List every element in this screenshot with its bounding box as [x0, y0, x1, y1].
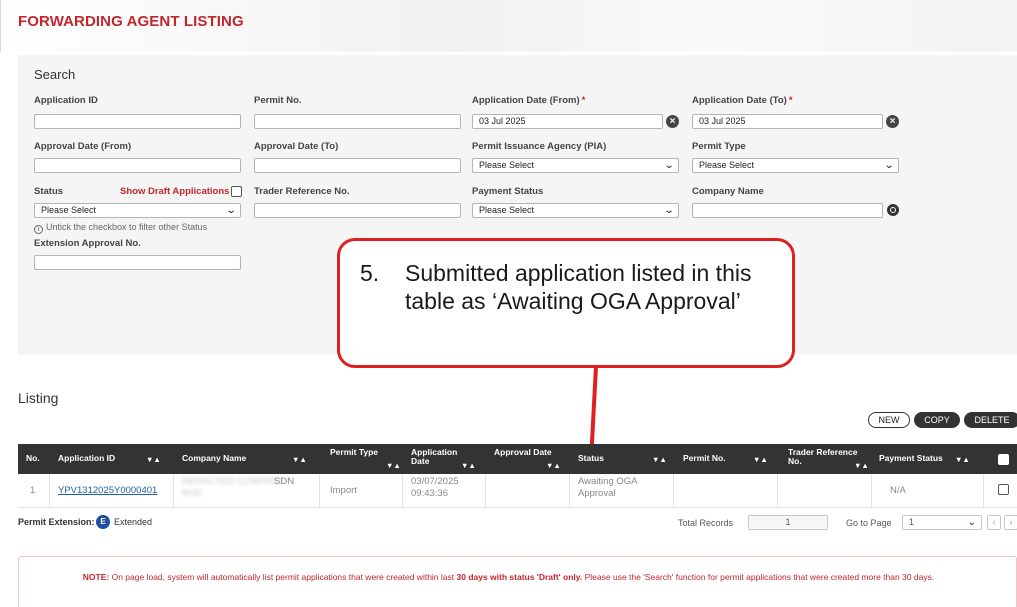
app-date-from-label: Application Date (From) * — [472, 95, 586, 106]
annotation-callout: 5. Submitted application listed in this t… — [337, 238, 795, 368]
app-date-to-input[interactable]: 03 Jul 2025 — [692, 114, 883, 129]
listing-title: Listing — [18, 390, 59, 406]
chevron-down-icon: ⌄ — [663, 205, 675, 216]
cell-application-id: YPV1312025Y0000401 — [50, 474, 174, 508]
chevron-down-icon: ⌄ — [967, 517, 976, 528]
cell-trader-ref — [778, 474, 872, 508]
application-id-label: Application ID — [34, 95, 98, 106]
callout-number: 5. — [360, 260, 380, 286]
application-id-link[interactable]: YPV1312025Y0000401 — [58, 485, 157, 496]
company-name-redacted: REDACTED COMPANY — [182, 476, 285, 487]
cell-permit-no — [674, 474, 778, 508]
extended-badge: E — [96, 515, 110, 529]
col-approval-date[interactable]: Approval Date — [494, 444, 552, 474]
approval-date-from-input[interactable] — [34, 158, 241, 173]
page-header: FORWARDING AGENT LISTING — [0, 0, 1017, 52]
col-permit-type[interactable]: Permit Type — [330, 444, 378, 474]
cell-application-date: 03/07/2025 09:43:36 — [403, 474, 486, 508]
approval-date-to-label: Approval Date (To) — [254, 141, 339, 152]
page-title: FORWARDING AGENT LISTING — [18, 13, 244, 30]
permit-no-input[interactable] — [254, 114, 461, 129]
col-trader-ref[interactable]: Trader Reference No. — [788, 444, 857, 474]
col-status[interactable]: Status — [578, 444, 604, 474]
col-permit-no[interactable]: Permit No. — [683, 444, 726, 474]
total-records-label: Total Records — [678, 518, 734, 528]
sort-icon[interactable]: ▼▲ — [461, 461, 476, 470]
sort-icon[interactable]: ▼▲ — [753, 455, 768, 464]
table-row: 1 YPV1312025Y0000401 REDACTED COMPANY SD… — [18, 474, 1017, 508]
next-page-button[interactable]: › — [1004, 515, 1017, 530]
approval-date-to-input[interactable] — [254, 158, 461, 173]
go-to-page-select[interactable]: 1 ⌄ — [902, 515, 982, 530]
pia-label: Permit Issuance Agency (PIA) — [472, 141, 607, 152]
app-date-to-label: Application Date (To) * — [692, 95, 793, 106]
table-header: No. Application ID ▼▲ Company Name ▼▲ Pe… — [18, 444, 1017, 474]
show-draft-label[interactable]: Show Draft Applications — [120, 186, 229, 197]
extension-label: Extension Approval No. — [34, 238, 141, 249]
show-draft-checkbox[interactable] — [231, 186, 242, 197]
sort-icon[interactable]: ▼▲ — [546, 461, 561, 470]
col-application-id[interactable]: Application ID — [58, 444, 115, 474]
cell-approval-date — [486, 474, 570, 508]
chevron-down-icon: ⌄ — [225, 205, 237, 216]
row-checkbox[interactable] — [998, 484, 1009, 495]
sort-icon[interactable]: ▼▲ — [292, 455, 307, 464]
col-company-name[interactable]: Company Name — [182, 444, 246, 474]
payment-status-select[interactable]: Please Select ⌄ — [472, 203, 679, 218]
cell-no: 1 — [18, 474, 50, 508]
new-button[interactable]: NEW — [868, 412, 910, 428]
search-icon[interactable] — [887, 204, 899, 216]
company-name-suffix-2: BHD — [182, 488, 203, 499]
trader-ref-input[interactable] — [254, 203, 461, 218]
col-payment-status[interactable]: Payment Status — [879, 444, 943, 474]
sort-icon[interactable]: ▼▲ — [386, 461, 401, 470]
company-name-label: Company Name — [692, 186, 764, 197]
trader-ref-label: Trader Reference No. — [254, 186, 350, 197]
payment-status-label: Payment Status — [472, 186, 544, 197]
extension-input[interactable] — [34, 255, 241, 270]
permit-extension-label: Permit Extension: — [18, 517, 95, 527]
callout-text: Submitted application listed in this tab… — [405, 260, 752, 314]
permit-no-label: Permit No. — [254, 95, 302, 106]
go-to-page-label: Go to Page — [846, 518, 892, 528]
col-application-date[interactable]: Application Date — [411, 444, 457, 474]
cell-payment-status: N/A — [872, 474, 984, 508]
clear-date-from-icon[interactable]: × — [666, 115, 679, 128]
permit-type-label: Permit Type — [692, 141, 746, 152]
permit-type-select[interactable]: Please Select ⌄ — [692, 158, 899, 173]
company-name-suffix-1: SDN — [274, 476, 295, 487]
info-icon: i — [34, 225, 43, 234]
total-records-value: 1 — [748, 515, 828, 530]
sort-icon[interactable]: ▼▲ — [955, 455, 970, 464]
prev-page-button[interactable]: ‹ — [987, 515, 1001, 530]
search-title: Search — [34, 67, 76, 82]
approval-date-from-label: Approval Date (From) — [34, 141, 132, 152]
col-no: No. — [26, 453, 40, 463]
sort-icon[interactable]: ▼▲ — [652, 455, 667, 464]
clear-date-to-icon[interactable]: × — [886, 115, 899, 128]
status-label: Status — [34, 186, 64, 197]
status-select[interactable]: Please Select ⌄ — [34, 203, 241, 218]
sort-icon[interactable]: ▼▲ — [146, 455, 161, 464]
chevron-down-icon: ⌄ — [663, 160, 675, 171]
cell-status: Awaiting OGA Approval — [570, 474, 674, 508]
application-id-input[interactable] — [34, 114, 241, 129]
sort-icon[interactable]: ▼▲ — [854, 461, 869, 470]
status-hint: i Untick the checkbox to filter other Sta… — [34, 222, 207, 234]
company-name-input[interactable] — [692, 203, 883, 218]
select-all-checkbox[interactable] — [998, 454, 1009, 465]
extended-text: Extended — [114, 517, 153, 527]
note-text: NOTE: On page load, system will automati… — [82, 572, 935, 582]
chevron-down-icon: ⌄ — [883, 160, 895, 171]
cell-permit-type: Import — [320, 474, 403, 508]
cell-company-name: REDACTED COMPANY SDN BHD — [174, 474, 320, 508]
delete-button[interactable]: DELETE — [964, 412, 1017, 428]
app-date-from-input[interactable]: 03 Jul 2025 — [472, 114, 663, 129]
copy-button[interactable]: COPY — [914, 412, 960, 428]
pia-select[interactable]: Please Select ⌄ — [472, 158, 679, 173]
